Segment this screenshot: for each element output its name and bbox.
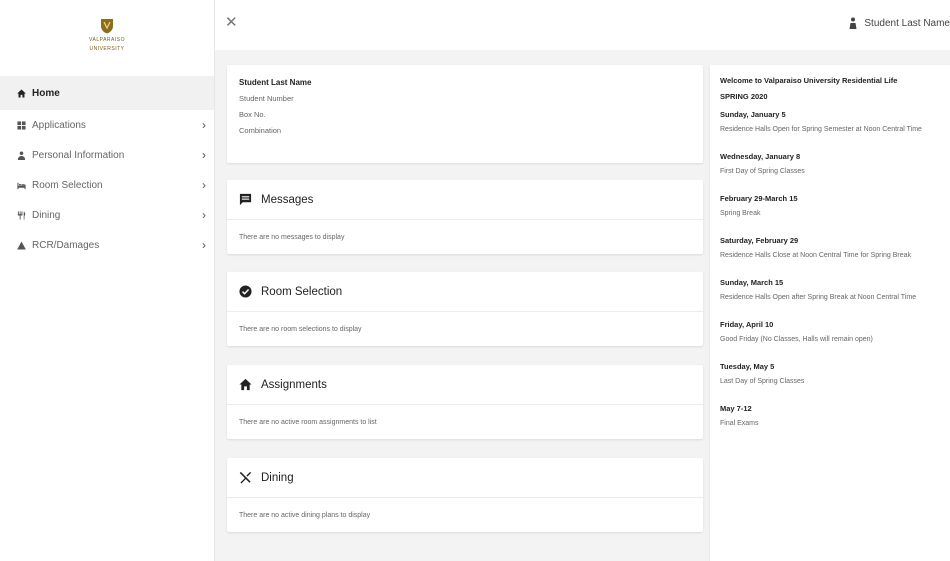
event-item: Saturday, February 29 Residence Halls Cl… — [720, 235, 940, 261]
event-description: Good Friday (No Classes, Halls will rema… — [720, 336, 873, 343]
bed-icon — [14, 178, 28, 192]
messages-header: Messages — [227, 180, 703, 220]
dining-empty-text: There are no active dining plans to disp… — [239, 511, 371, 519]
person-icon — [14, 148, 28, 162]
event-description: Spring Break — [720, 210, 761, 217]
sidebar-item-label: Personal Information — [32, 149, 125, 161]
grid-icon — [14, 118, 28, 132]
event-date: Wednesday, January 8 — [720, 152, 801, 161]
event-date: Sunday, March 15 — [720, 278, 784, 287]
room-selection-empty-text: There are no room selections to display — [239, 325, 362, 333]
student-info-card: Student Last Name Student Number Box No.… — [227, 65, 703, 163]
sidebar-item-personal-information[interactable]: Personal Information › — [0, 140, 214, 170]
event-item: Sunday, January 5 Residence Halls Open f… — [720, 109, 940, 135]
dining-title: Dining — [261, 471, 294, 484]
utensils-icon — [239, 471, 252, 484]
user-icon — [849, 17, 857, 29]
dining-header: Dining — [227, 458, 703, 498]
sidebar-item-rcr-damages[interactable]: RCR/Damages › — [0, 230, 214, 260]
sidebar-item-label: Dining — [32, 209, 61, 221]
sidebar: VALPARAISO UNIVERSITY Home Applications … — [0, 0, 215, 561]
event-date: Saturday, February 29 — [720, 236, 799, 245]
semester-label: SPRING 2020 — [720, 92, 768, 101]
sidebar-item-label: Home — [32, 87, 60, 99]
room-selection-card: Room Selection There are no room selecti… — [227, 272, 703, 346]
sidebar-item-applications[interactable]: Applications › — [0, 110, 214, 140]
event-date: Tuesday, May 5 — [720, 362, 775, 371]
chevron-right-icon[interactable]: › — [202, 178, 206, 192]
main-content: Student Last Name Student Number Box No.… — [215, 50, 950, 561]
event-date: February 29-March 15 — [720, 194, 798, 203]
assignments-empty-text: There are no active room assignments to … — [239, 418, 377, 426]
announcements-panel: Welcome to Valparaiso University Residen… — [710, 65, 950, 561]
assignments-card: Assignments There are no active room ass… — [227, 365, 703, 439]
event-item: Tuesday, May 5 Last Day of Spring Classe… — [720, 361, 940, 387]
event-item: Wednesday, January 8 First Day of Spring… — [720, 151, 940, 177]
chevron-right-icon[interactable]: › — [202, 118, 206, 132]
chevron-right-icon[interactable]: › — [202, 148, 206, 162]
sidebar-item-dining[interactable]: Dining › — [0, 200, 214, 230]
chevron-right-icon[interactable]: › — [202, 238, 206, 252]
university-logo[interactable]: VALPARAISO UNIVERSITY — [0, 0, 214, 70]
user-menu[interactable]: Student Last Name — [848, 17, 950, 29]
dining-card: Dining There are no active dining plans … — [227, 458, 703, 532]
event-date: Sunday, January 5 — [720, 110, 786, 119]
event-item: February 29-March 15 Spring Break — [720, 193, 940, 219]
check-circle-icon — [239, 285, 252, 298]
home-icon — [14, 86, 28, 100]
sidebar-item-label: Room Selection — [32, 179, 103, 191]
dining-icon — [14, 208, 28, 222]
chevron-right-icon[interactable]: › — [202, 208, 206, 222]
user-name: Student Last Name — [864, 17, 950, 29]
messages-empty-text: There are no messages to display — [239, 233, 345, 241]
event-item: Friday, April 10 Good Friday (No Classes… — [720, 319, 940, 345]
room-selection-title: Room Selection — [261, 285, 343, 298]
logo-name: VALPARAISO — [89, 37, 125, 43]
event-item: Sunday, March 15 Residence Halls Open af… — [720, 277, 940, 303]
announcements-heading: Welcome to Valparaiso University Residen… — [720, 76, 898, 85]
sidebar-item-home[interactable]: Home — [0, 76, 214, 110]
event-description: Residence Halls Open for Spring Semester… — [720, 126, 922, 133]
event-description: First Day of Spring Classes — [720, 168, 805, 175]
room-selection-header: Room Selection — [227, 272, 703, 312]
box-number: Box No. — [239, 110, 266, 119]
event-date: May 7-12 — [720, 404, 752, 413]
home-icon — [239, 378, 252, 391]
event-description: Residence Halls Open after Spring Break … — [720, 294, 917, 301]
top-bar: ✕ Student Last Name — [215, 0, 950, 50]
warning-icon — [14, 238, 28, 252]
assignments-header: Assignments — [227, 365, 703, 405]
event-description: Final Exams — [720, 420, 759, 427]
event-date: Friday, April 10 — [720, 320, 774, 329]
crest-icon — [100, 18, 114, 34]
logo-subtitle: UNIVERSITY — [89, 46, 125, 52]
student-name: Student Last Name — [239, 78, 312, 87]
close-icon[interactable]: ✕ — [225, 14, 243, 32]
event-item: May 7-12 Final Exams — [720, 403, 940, 429]
messages-card: Messages There are no messages to displa… — [227, 180, 703, 254]
assignments-title: Assignments — [261, 378, 327, 391]
combination: Combination — [239, 126, 282, 135]
sidebar-item-label: Applications — [32, 119, 86, 131]
sidebar-item-label: RCR/Damages — [32, 239, 100, 251]
messages-title: Messages — [261, 193, 314, 206]
message-icon — [239, 193, 252, 206]
sidebar-item-room-selection[interactable]: Room Selection › — [0, 170, 214, 200]
event-description: Residence Halls Close at Noon Central Ti… — [720, 252, 912, 259]
event-description: Last Day of Spring Classes — [720, 378, 805, 385]
sidebar-nav: Home Applications › Personal Information… — [0, 76, 214, 260]
student-number: Student Number — [239, 94, 294, 103]
